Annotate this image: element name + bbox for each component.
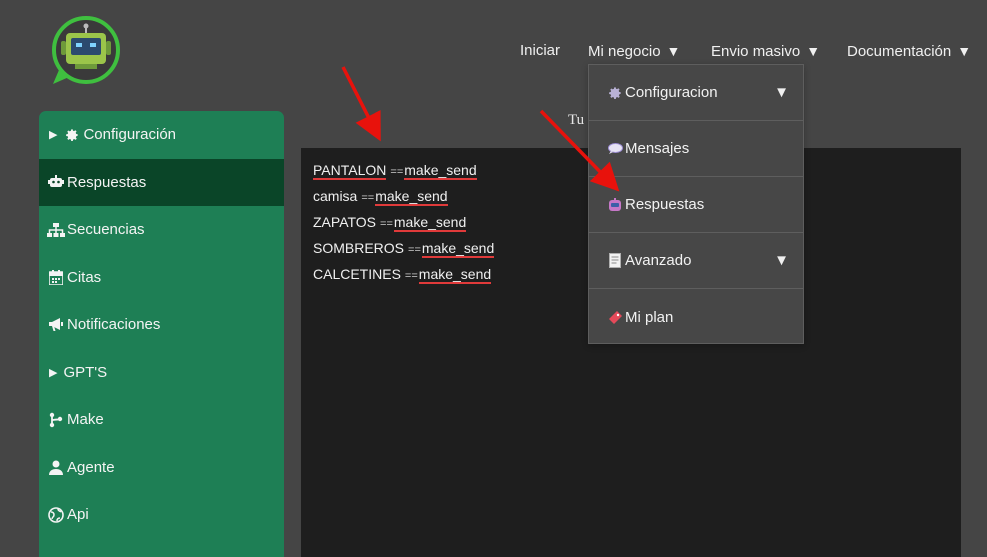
top-navigation: Iniciar Mi negocio ▼ Envio masivo ▼ Docume… bbox=[0, 40, 987, 62]
app-window: Iniciar Mi negocio ▼ Envio masivo ▼ Docume… bbox=[0, 0, 987, 557]
user-icon bbox=[47, 459, 65, 475]
action-text: make_send bbox=[404, 162, 477, 180]
dropdown-item-label: Mensajes bbox=[625, 140, 690, 157]
editor-line: SOMBREROS ==make_send bbox=[313, 239, 495, 259]
nav-mi-negocio-label: Mi negocio bbox=[588, 43, 661, 60]
nav-documentacion[interactable]: Documentación ▼ bbox=[847, 40, 971, 63]
chevron-down-icon: ▼ bbox=[957, 43, 972, 59]
sidebar-item-label: Api bbox=[67, 506, 89, 524]
dropdown-item-label: Mi plan bbox=[625, 308, 674, 326]
dropdown-item-mensajes[interactable]: Mensajes bbox=[589, 121, 803, 177]
separator-text: == bbox=[390, 166, 404, 178]
mi-negocio-dropdown: Configuracion ▼ Mensajes Respuestas Avan… bbox=[588, 64, 804, 344]
document-icon bbox=[607, 253, 623, 269]
keyword-text: PANTALON bbox=[313, 162, 387, 180]
separator-text: == bbox=[408, 244, 421, 256]
sidebar-item-label: Agente bbox=[67, 458, 115, 476]
sidebar-item-secuencias[interactable]: Secuencias bbox=[39, 206, 284, 254]
nav-iniciar-label: Iniciar bbox=[520, 42, 561, 59]
gear-icon bbox=[607, 85, 623, 101]
dropdown-item-label: Configuracion bbox=[625, 84, 718, 101]
separator-text: == bbox=[361, 192, 375, 204]
nav-envio-masivo[interactable]: Envio masivo ▼ bbox=[711, 40, 820, 63]
action-text: make_send bbox=[418, 266, 492, 284]
sidebar-item-label: Citas bbox=[67, 268, 102, 286]
keyword-text: camisa bbox=[313, 188, 358, 204]
branch-icon bbox=[47, 412, 65, 428]
separator-text: == bbox=[404, 270, 418, 282]
dropdown-item-label: Respuestas bbox=[625, 196, 705, 213]
ticket-icon bbox=[607, 309, 623, 325]
nav-documentacion-label: Documentación bbox=[847, 43, 952, 60]
sidebar-item-respuestas[interactable]: Respuestas bbox=[39, 158, 284, 206]
chevron-down-icon: ▼ bbox=[806, 43, 821, 59]
dropdown-item-avanzado[interactable]: Avanzado ▼ bbox=[589, 233, 803, 289]
nav-iniciar[interactable]: Iniciar bbox=[520, 40, 560, 62]
sitemap-icon bbox=[47, 222, 65, 238]
action-text: make_send bbox=[393, 214, 467, 232]
editor-line: CALCETINES ==make_send bbox=[313, 265, 492, 285]
dropdown-item-label: Avanzado bbox=[625, 252, 692, 269]
chevron-down-icon: ▼ bbox=[774, 84, 789, 101]
section-heading-partial: Tu bbox=[568, 112, 585, 128]
dropdown-item-configuracion[interactable]: Configuracion ▼ bbox=[589, 65, 803, 121]
gear-icon bbox=[63, 127, 81, 143]
globe-icon bbox=[47, 506, 65, 523]
sidebar-item-gpts[interactable]: ▶ GPT'S bbox=[39, 349, 284, 397]
robot-icon bbox=[47, 174, 65, 190]
editor-line: camisa ==make_send bbox=[313, 187, 448, 207]
expand-triangle-icon: ▶ bbox=[49, 366, 58, 379]
sidebar-item-label: Make bbox=[67, 411, 104, 429]
sidebar-item-notificaciones[interactable]: Notificaciones bbox=[39, 301, 284, 349]
sidebar-item-label: Secuencias bbox=[67, 221, 145, 239]
keyword-text: SOMBREROS bbox=[313, 240, 405, 256]
megaphone-icon bbox=[47, 317, 65, 333]
editor-line: PANTALON ==make_send bbox=[313, 161, 477, 181]
sidebar-item-agente[interactable]: Agente bbox=[39, 444, 284, 492]
action-text: make_send bbox=[375, 188, 448, 206]
keyword-text: CALCETINES bbox=[313, 266, 401, 282]
nav-mi-negocio[interactable]: Mi negocio ▼ bbox=[588, 40, 680, 63]
sidebar-item-configuracion[interactable]: ▶ Configuración bbox=[39, 111, 284, 159]
editor-line: ZAPATOS ==make_send bbox=[313, 213, 467, 233]
chevron-down-icon: ▼ bbox=[666, 43, 681, 59]
sidebar-item-make[interactable]: Make bbox=[39, 396, 284, 444]
robot-icon bbox=[607, 197, 623, 213]
nav-envio-masivo-label: Envio masivo bbox=[711, 43, 801, 60]
action-text: make_send bbox=[421, 240, 495, 258]
sidebar-item-label: Notificaciones bbox=[67, 316, 161, 334]
sidebar-item-label: Configuración bbox=[83, 126, 177, 144]
calendar-icon bbox=[47, 269, 65, 285]
sidebar-item-citas[interactable]: Citas bbox=[39, 254, 284, 302]
keyword-text: ZAPATOS bbox=[313, 214, 377, 230]
sidebar-item-label: GPT'S bbox=[63, 363, 108, 381]
dropdown-item-mi-plan[interactable]: Mi plan bbox=[589, 289, 803, 345]
speech-bubble-icon bbox=[607, 141, 623, 157]
sidebar-item-label: Respuestas bbox=[67, 173, 147, 191]
annotation-arrow bbox=[341, 66, 381, 142]
sidebar-item-api[interactable]: Api bbox=[39, 491, 284, 539]
chevron-down-icon: ▼ bbox=[774, 252, 789, 269]
sidebar: ▶ Configuración Respuestas Secuencias Ci… bbox=[39, 111, 284, 557]
separator-text: == bbox=[380, 218, 393, 230]
expand-triangle-icon: ▶ bbox=[49, 129, 58, 142]
dropdown-item-respuestas[interactable]: Respuestas bbox=[589, 177, 803, 233]
